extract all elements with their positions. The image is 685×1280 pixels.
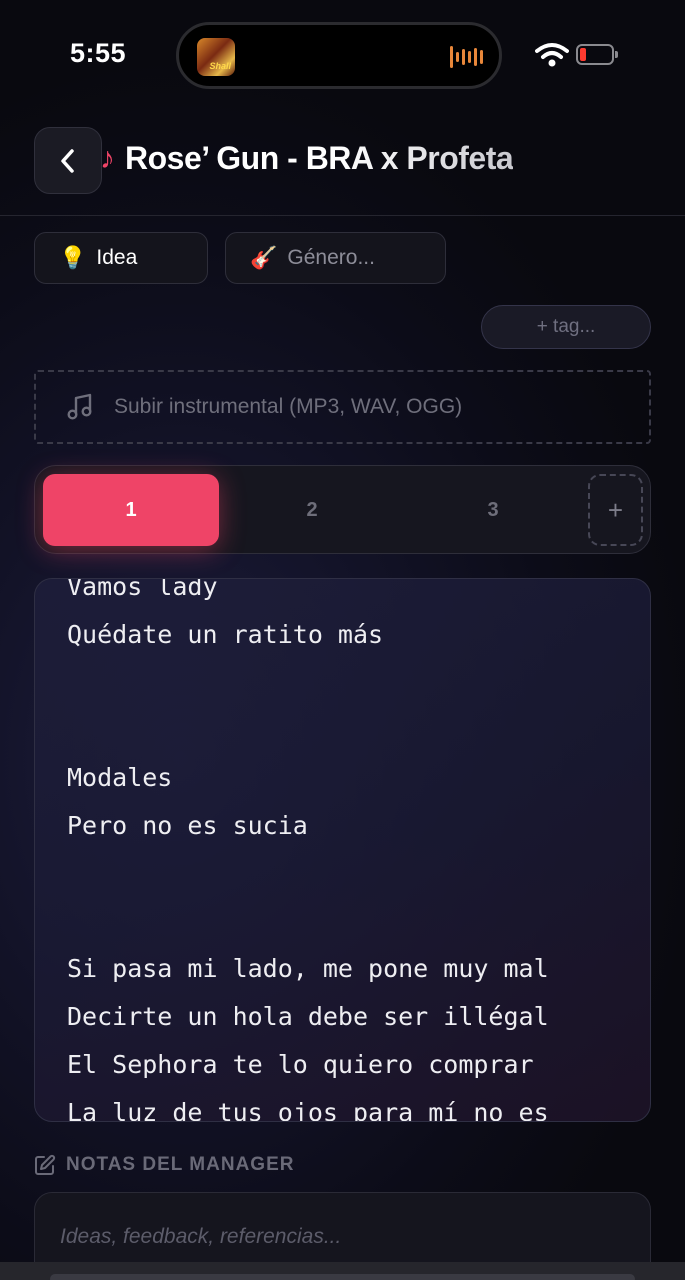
lyrics-line xyxy=(67,898,549,946)
version-tab-3[interactable]: 3 xyxy=(405,474,581,546)
title-row: ♪ Rose’ Gun - BRA x Profeta xyxy=(100,140,514,177)
version-tab-2[interactable]: 2 xyxy=(224,474,400,546)
music-file-icon xyxy=(67,393,92,420)
lyrics-line: Modales xyxy=(67,763,173,793)
notes-placeholder: Ideas, feedback, referencias... xyxy=(60,1225,342,1248)
back-button[interactable] xyxy=(34,127,102,194)
waveform-icon xyxy=(450,45,483,69)
header-divider xyxy=(0,215,685,216)
lyrics-line xyxy=(67,706,549,754)
lyrics-text: Vamos lady Quédate un ratito más Modales P… xyxy=(67,578,549,1122)
lyrics-line: La luz de tus ojos para mí no es xyxy=(67,1097,549,1122)
song-title[interactable]: Rose’ Gun - BRA x Profeta xyxy=(125,140,514,177)
lyrics-line: Decirte un hola debe ser illégal xyxy=(67,1002,549,1032)
lyrics-line xyxy=(67,850,549,898)
chevron-left-icon xyxy=(61,148,74,173)
lyrics-line xyxy=(67,659,549,707)
guitar-icon: 🎸 xyxy=(250,245,278,270)
lightbulb-icon: 💡 xyxy=(59,245,87,270)
add-version-button[interactable]: + xyxy=(588,474,643,546)
upload-instrumental-dropzone[interactable]: Subir instrumental (MP3, WAV, OGG) xyxy=(34,370,651,444)
dynamic-island[interactable]: Shall xyxy=(176,22,502,89)
music-note-icon: ♪ xyxy=(100,141,115,175)
album-art-text: Shall xyxy=(209,61,231,71)
lyrics-editor[interactable]: Vamos lady Quédate un ratito más Modales P… xyxy=(34,578,651,1122)
battery-icon xyxy=(576,44,618,65)
lyrics-line: Si pasa mi lado, me pone muy mal xyxy=(67,954,549,984)
lyrics-line: Pero no es sucia xyxy=(67,810,308,840)
version-tabs: 1 2 3 + xyxy=(34,465,651,554)
version-tab-1[interactable]: 1 xyxy=(43,474,219,546)
add-tag-button[interactable]: + tag... xyxy=(481,305,651,349)
status-time: 5:55 xyxy=(70,38,127,68)
lyrics-line: Vamos lady xyxy=(67,578,218,601)
lyrics-line: El Sephora te lo quiero comprar xyxy=(67,1049,534,1079)
notes-header: NOTAS DEL MANAGER xyxy=(34,1154,294,1176)
edit-icon xyxy=(35,1154,56,1175)
notes-label: NOTAS DEL MANAGER xyxy=(66,1154,295,1175)
wifi-icon xyxy=(535,43,569,67)
album-art-thumbnail: Shall xyxy=(197,38,235,76)
status-chip-label: Idea xyxy=(96,246,138,269)
lyrics-line: Quédate un ratito más xyxy=(67,619,384,649)
genre-input[interactable]: 🎸 Género... xyxy=(225,232,446,284)
upload-label: Subir instrumental (MP3, WAV, OGG) xyxy=(114,395,463,418)
genre-placeholder: Género... xyxy=(287,246,375,269)
status-chip-idea[interactable]: 💡 Idea xyxy=(34,232,208,284)
bottom-sheet-handle[interactable] xyxy=(50,1274,635,1280)
